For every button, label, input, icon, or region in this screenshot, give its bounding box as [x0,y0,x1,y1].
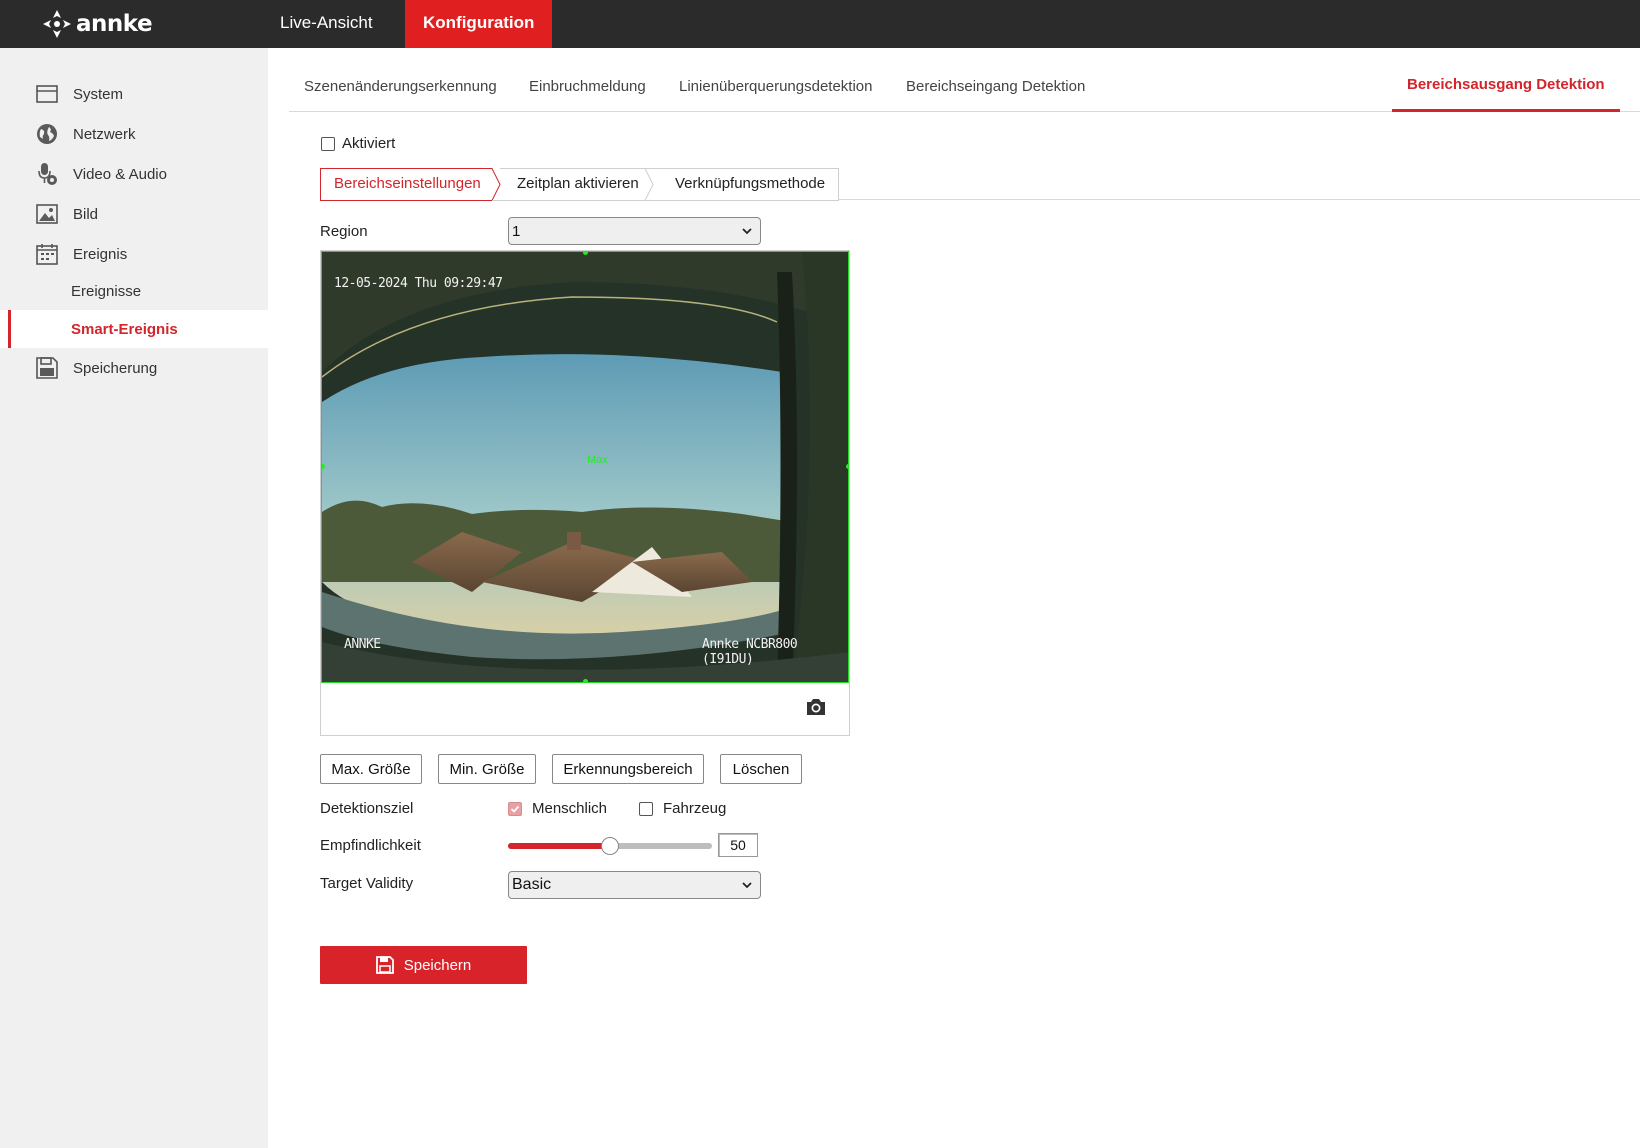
region-handle-right[interactable] [846,464,848,469]
nav-live-view[interactable]: Live-Ansicht [262,0,391,48]
save-button[interactable]: Speichern [320,946,527,984]
enable-checkbox[interactable] [321,136,335,151]
chevron-down-icon [742,228,752,235]
active-tab-indicator [1392,109,1620,112]
min-size-button[interactable]: Min. Größe [438,754,536,784]
save-button-label: Speichern [403,956,472,974]
enable-label: Aktiviert [342,135,396,152]
target-vehicle-option[interactable]: Fahrzeug [639,800,726,817]
region-handle-bottom[interactable] [583,679,588,682]
tab-intrusion[interactable]: Einbruchmeldung [529,78,646,95]
calendar-icon [36,243,58,265]
sensitivity-slider-thumb[interactable] [601,837,619,855]
sidebar-item-label: Video & Audio [73,165,167,183]
sidebar-item-label: Ereignis [73,245,128,263]
subtabs-divider [838,199,1640,200]
human-checkbox[interactable] [508,801,522,816]
brand-name: annke [76,11,153,37]
globe-icon [36,123,58,145]
annke-logo-icon [43,10,71,38]
tab-line-crossing[interactable]: Linienüberquerungsdetektion [679,78,872,95]
max-size-overlay-label: Max [587,454,608,466]
sidebar-item-network[interactable]: Netzwerk [0,116,268,152]
target-validity-label: Target Validity [320,875,414,892]
sidebar-item-video-audio[interactable]: Video & Audio [0,156,268,192]
max-size-button[interactable]: Max. Größe [320,754,422,784]
subtab-linkage-method[interactable]: Verknüpfungsmethode [675,175,825,192]
sensitivity-value-field[interactable]: 50 [718,833,758,857]
target-human-option[interactable]: Menschlich [508,800,607,817]
vehicle-label: Fahrzeug [663,800,727,817]
image-icon [36,203,58,225]
chevron-down-icon [742,882,752,889]
camera-scene [322,252,848,682]
sidebar-item-label: Bild [73,205,99,223]
region-label: Region [320,223,368,240]
sidebar-subitem-label: Ereignisse [71,282,142,300]
top-bar: annke Live-Ansicht Konfiguration [0,0,1640,48]
sensitivity-slider[interactable] [508,837,712,855]
human-label: Menschlich [532,800,608,817]
sidebar-item-system[interactable]: System [0,76,268,112]
detection-tabs: Szenenänderungserkennung Einbruchmeldung… [289,64,1640,112]
osd-timestamp: 12-05-2024 Thu 09:29:47 [334,276,503,291]
osd-brand: ANNKE [344,637,381,652]
camera-snapshot-icon[interactable] [805,697,827,717]
sensitivity-label: Empfindlichkeit [320,837,421,854]
target-validity-select[interactable]: Basic [508,871,761,899]
brand-logo[interactable]: annke [40,6,153,42]
sidebar-item-label: Netzwerk [73,125,136,143]
floppy-disk-icon [375,956,394,974]
region-select-value: 1 [512,222,521,240]
system-icon [36,83,58,105]
sidebar: System Netzwerk Video & Audio Bild Ereig… [0,48,268,1148]
video-preview-panel: 12-05-2024 Thu 09:29:47 ANNKE Annke NCBR… [320,250,850,736]
sidebar-subitem-events[interactable]: Ereignisse [0,272,268,310]
sidebar-item-storage[interactable]: Speicherung [0,350,268,386]
detection-area-button[interactable]: Erkennungsbereich [552,754,704,784]
camera-live-view[interactable]: 12-05-2024 Thu 09:29:47 ANNKE Annke NCBR… [321,251,849,683]
sidebar-item-image[interactable]: Bild [0,196,268,232]
sidebar-subitem-smart-event[interactable]: Smart-Ereignis [0,310,268,348]
save-icon [36,357,58,379]
subtab-area-settings[interactable]: Bereichseinstellungen [334,175,481,192]
enable-toggle[interactable]: Aktiviert [321,135,395,152]
osd-camera-name: Annke NCBR800 (I91DU) [702,637,798,667]
region-select[interactable]: 1 [508,217,761,245]
sidebar-subitem-label: Smart-Ereignis [71,320,178,338]
tab-region-exiting[interactable]: Bereichsausgang Detektion [1407,76,1605,93]
delete-button[interactable]: Löschen [720,754,802,784]
tab-scene-change[interactable]: Szenenänderungserkennung [304,78,497,95]
microphone-icon [36,163,58,185]
vehicle-checkbox[interactable] [639,801,653,816]
sensitivity-slider-fill [508,843,610,849]
tab-region-entrance[interactable]: Bereichseingang Detektion [906,78,1085,95]
target-validity-value: Basic [512,876,552,893]
detection-target-label: Detektionsziel [320,800,414,817]
sidebar-item-label: Speicherung [73,359,158,377]
sidebar-item-label: System [73,85,124,103]
subtab-arming-schedule[interactable]: Zeitplan aktivieren [517,175,639,192]
nav-configuration[interactable]: Konfiguration [405,0,553,48]
sidebar-item-event[interactable]: Ereignis [0,236,268,272]
